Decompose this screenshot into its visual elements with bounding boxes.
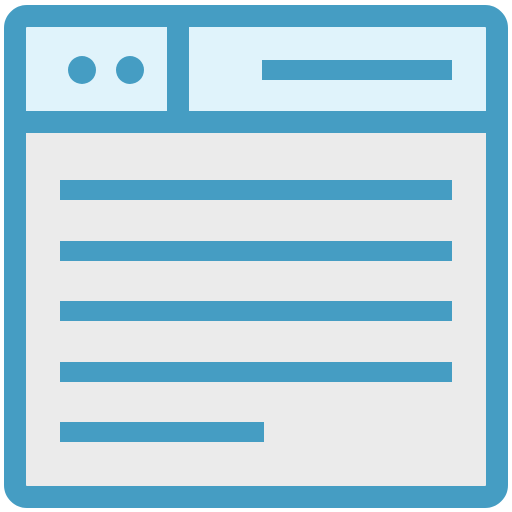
text-line xyxy=(60,180,452,200)
text-line xyxy=(60,241,452,261)
browser-window-icon xyxy=(0,0,512,512)
window-dot xyxy=(116,56,144,84)
text-line xyxy=(60,301,452,321)
browser-window-document-icon xyxy=(4,5,508,508)
text-line xyxy=(60,422,264,442)
text-line xyxy=(60,362,452,382)
window-dot xyxy=(68,56,96,84)
address-bar-line xyxy=(262,60,452,80)
